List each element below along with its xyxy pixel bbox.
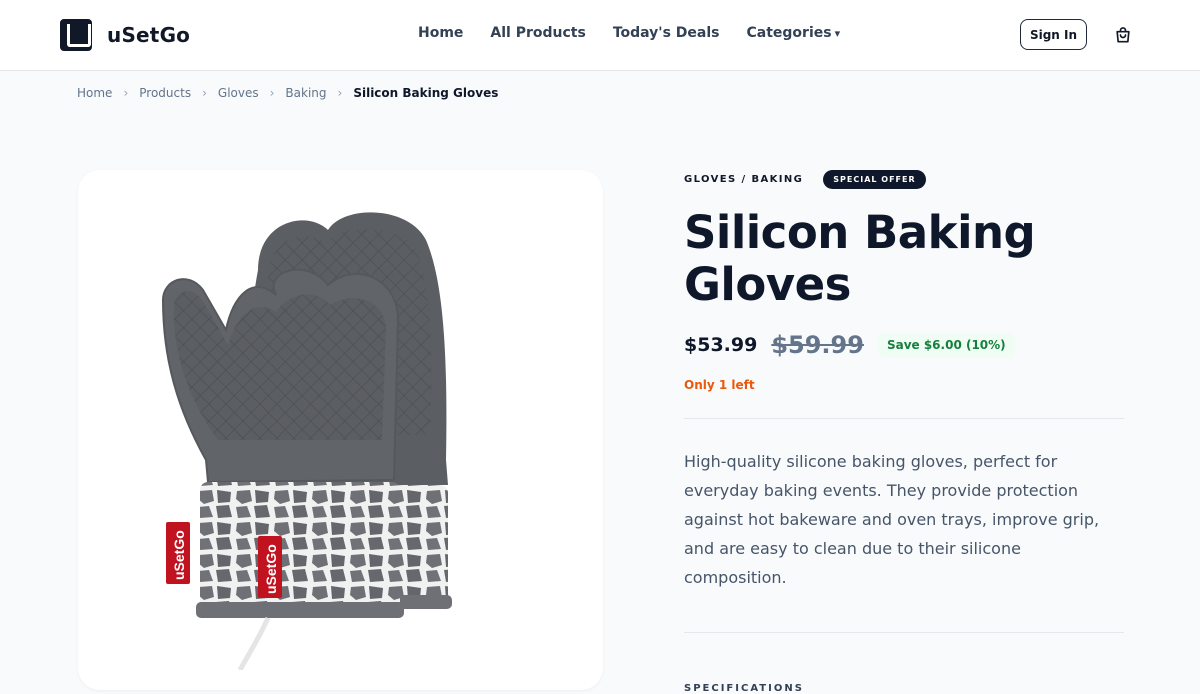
breadcrumb-baking[interactable]: Baking [285, 86, 326, 100]
specifications-heading: SPECIFICATIONS [684, 683, 804, 694]
nav-categories[interactable]: Categories ▾ [747, 25, 841, 41]
sign-in-button[interactable]: Sign In [1020, 19, 1087, 50]
svg-text:uSetGo: uSetGo [171, 530, 187, 580]
product-category: GLOVES / BAKING [684, 174, 804, 185]
cart-button[interactable] [1108, 20, 1138, 50]
product-description: High-quality silicone baking gloves, per… [684, 452, 1100, 587]
glove-label-left: uSetGo [166, 522, 190, 584]
glove-label-right: uSetGo [258, 536, 282, 598]
logo-icon [60, 19, 92, 51]
breadcrumb-separator: › [202, 86, 207, 100]
breadcrumb: Home › Products › Gloves › Baking › Sili… [77, 86, 498, 100]
price-row: $53.99 $59.99 Save $6.00 (10%) [684, 331, 1124, 359]
brand-name: uSetGo [107, 23, 191, 47]
breadcrumb-current: Silicon Baking Gloves [353, 86, 499, 100]
nav-categories-label: Categories [746, 25, 832, 41]
breadcrumb-gloves[interactable]: Gloves [218, 86, 259, 100]
nav-all-products[interactable]: All Products [490, 25, 585, 41]
breadcrumb-products[interactable]: Products [139, 86, 191, 100]
brand-logo[interactable]: uSetGo [60, 19, 190, 51]
breadcrumb-home[interactable]: Home [77, 86, 112, 100]
special-offer-badge: SPECIAL OFFER [823, 170, 926, 189]
current-price: $53.99 [684, 334, 758, 356]
stock-status: Only 1 left [684, 378, 755, 392]
product-info: GLOVES / BAKING SPECIAL OFFER Silicon Ba… [684, 170, 1124, 694]
breadcrumb-separator: › [269, 86, 275, 100]
chevron-down-icon: ▾ [834, 27, 841, 40]
savings-badge: Save $6.00 (10%) [877, 333, 1015, 357]
svg-text:uSetGo: uSetGo [263, 544, 279, 594]
product-image: uSetGo uSetGo [161, 212, 452, 670]
divider [684, 418, 1124, 419]
product-title: Silicon Baking Gloves [684, 206, 1036, 311]
breadcrumb-separator: › [123, 86, 129, 100]
main-nav: Home All Products Today's Deals Categori… [418, 25, 867, 41]
nav-todays-deals[interactable]: Today's Deals [613, 25, 720, 41]
breadcrumb-separator: › [337, 86, 343, 100]
divider [684, 632, 1124, 633]
nav-home[interactable]: Home [418, 25, 463, 41]
original-price: $59.99 [771, 331, 864, 359]
cart-icon [1116, 27, 1130, 43]
site-header: uSetGo Home All Products Today's Deals C… [0, 0, 1200, 71]
product-image-card: uSetGo uSetGo [78, 170, 603, 690]
category-row: GLOVES / BAKING SPECIAL OFFER [684, 170, 1124, 189]
glove-front [161, 268, 404, 670]
